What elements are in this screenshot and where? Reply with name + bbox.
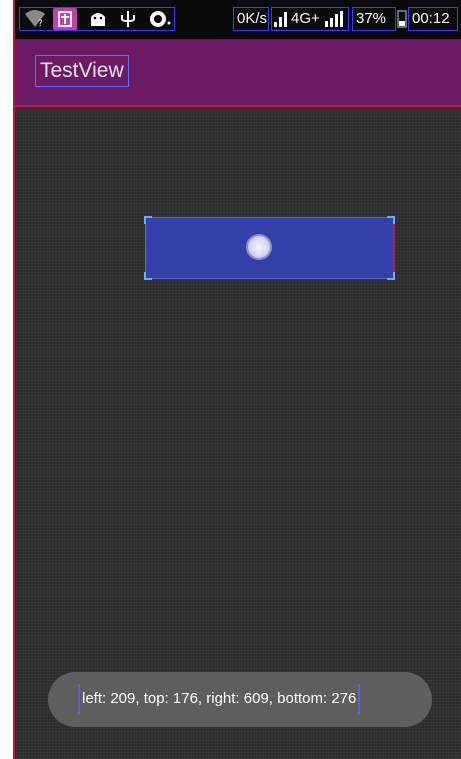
toast-message: left: 209, top: 176, right: 609, bottom:…	[78, 684, 361, 714]
app-bar: TestView	[15, 40, 461, 107]
title-bounds: TestView	[35, 55, 129, 87]
content-area: left: 209, top: 176, right: 609, bottom:…	[15, 107, 461, 759]
phone-screen: ? 0K/s 4G+ 37% 00:12 TestView left: 209,…	[13, 0, 461, 759]
bounds-corner	[387, 272, 395, 280]
toast: left: 209, top: 176, right: 609, bottom:…	[48, 672, 432, 727]
signal-highlight	[271, 7, 349, 31]
battery-icon	[395, 8, 409, 30]
test-view[interactable]	[144, 216, 395, 280]
clock-highlight	[408, 7, 458, 31]
touch-indicator	[246, 234, 272, 260]
network-speed-highlight	[233, 7, 269, 31]
bounds-corner	[144, 272, 152, 280]
status-icons-highlight	[19, 7, 175, 31]
page-title: TestView	[40, 59, 124, 82]
status-bar: ? 0K/s 4G+ 37% 00:12	[15, 0, 461, 40]
bounds-corner	[387, 216, 395, 224]
bounds-corner	[144, 216, 152, 224]
battery-highlight	[352, 7, 396, 31]
